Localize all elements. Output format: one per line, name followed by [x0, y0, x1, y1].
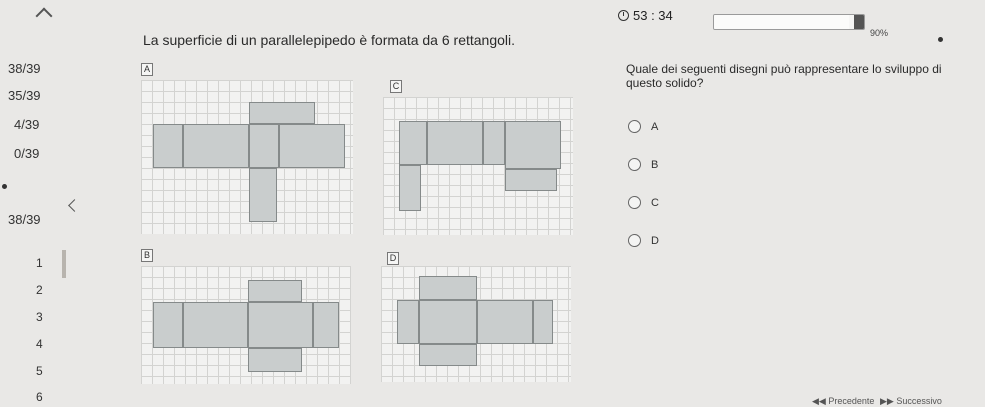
net-face [427, 121, 483, 165]
net-face [397, 300, 419, 344]
previous-button[interactable]: ◀◀ Precedente [812, 396, 874, 407]
progress-bar [713, 14, 865, 30]
net-face [399, 121, 427, 165]
stat-answered: 38/39 [8, 61, 41, 76]
net-face [399, 165, 421, 211]
option-label: B [651, 158, 659, 171]
radio-button[interactable] [628, 196, 641, 209]
question-number-1[interactable]: 1 [36, 256, 43, 270]
marker-dot [2, 184, 7, 189]
question-prompt: Quale dei seguenti disegni può rappresen… [626, 62, 942, 90]
radio-button[interactable] [628, 234, 641, 247]
net-face [248, 280, 302, 302]
net-face [248, 302, 313, 348]
net-face [183, 124, 249, 168]
timer-value: 53 : 34 [633, 8, 673, 23]
net-face [249, 168, 277, 222]
net-face [419, 344, 477, 366]
net-face [419, 300, 477, 344]
option-a[interactable]: A [628, 120, 658, 133]
net-face [419, 276, 477, 300]
option-d[interactable]: D [628, 234, 659, 247]
net-face [505, 121, 561, 169]
question-text: La superficie di un parallelepipedo è fo… [143, 32, 516, 48]
progress-percent: 90% [870, 28, 889, 38]
net-face [249, 124, 279, 168]
collapse-chevron-icon[interactable] [35, 7, 53, 25]
net-face [279, 124, 345, 168]
figure-c-grid [383, 97, 573, 235]
figure-d-grid [381, 266, 571, 382]
stat-correct: 35/39 [8, 88, 41, 103]
option-c[interactable]: C [628, 196, 659, 209]
net-face [183, 302, 248, 348]
net-face [249, 102, 315, 124]
net-face [477, 300, 533, 344]
chevron-left-icon[interactable] [68, 199, 81, 212]
figure-label-a: A [141, 63, 153, 76]
timer: 53 : 34 [618, 8, 673, 23]
stat-skipped: 0/39 [14, 146, 40, 161]
stat-wrong: 4/39 [14, 117, 40, 132]
radio-button[interactable] [628, 120, 641, 133]
question-number-6[interactable]: 6 [36, 390, 43, 404]
question-number-4[interactable]: 4 [36, 337, 43, 351]
option-label: A [651, 120, 659, 133]
clock-icon [618, 10, 629, 21]
option-label: D [651, 234, 659, 247]
net-face [153, 124, 183, 168]
figure-a-grid [141, 80, 353, 234]
figure-b-grid [141, 266, 351, 384]
figure-label-c: C [390, 80, 402, 93]
progress-fill [714, 15, 849, 29]
net-face [153, 302, 183, 348]
net-face [248, 348, 302, 372]
net-face [483, 121, 505, 165]
question-number-3[interactable]: 3 [36, 310, 43, 324]
figure-label-d: D [387, 252, 399, 265]
current-question-indicator [62, 250, 66, 278]
option-label: C [651, 196, 659, 209]
stat-total: 38/39 [8, 212, 41, 227]
figure-label-b: B [141, 249, 153, 262]
net-face [533, 300, 553, 344]
status-dot [938, 37, 943, 42]
question-number-5[interactable]: 5 [36, 364, 43, 378]
radio-button[interactable] [628, 158, 641, 171]
net-face [505, 169, 557, 191]
question-number-2[interactable]: 2 [36, 283, 43, 297]
net-face [313, 302, 339, 348]
next-button[interactable]: ▶▶ Successivo [880, 396, 942, 407]
option-b[interactable]: B [628, 158, 658, 171]
progress-end-marker [854, 15, 864, 29]
